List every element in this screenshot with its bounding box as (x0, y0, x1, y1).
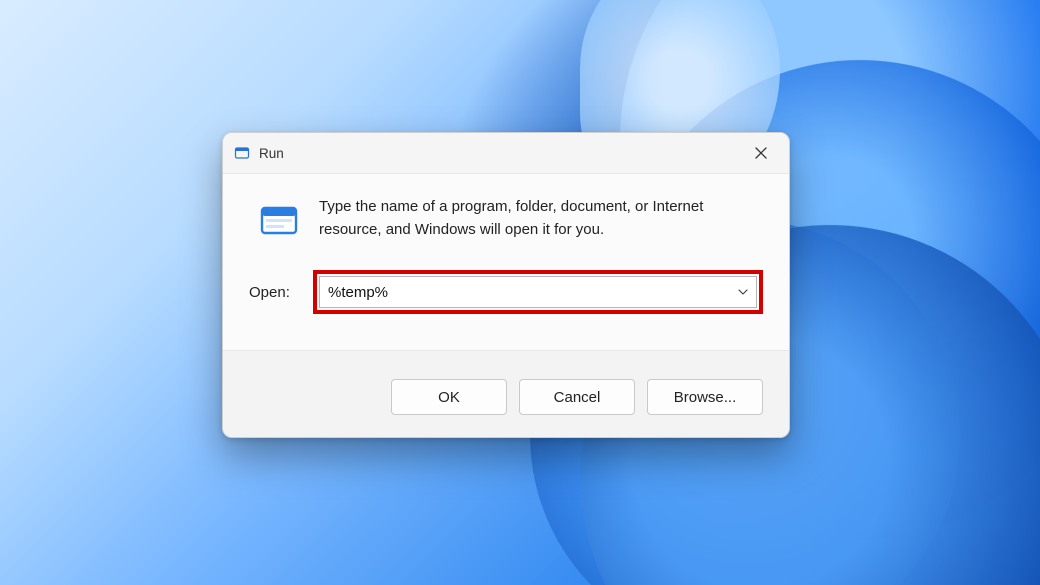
dialog-description: Type the name of a program, folder, docu… (319, 196, 763, 242)
cancel-button[interactable]: Cancel (519, 379, 635, 415)
close-icon (755, 147, 767, 159)
run-large-icon (257, 198, 301, 242)
chevron-down-icon (737, 286, 749, 298)
desktop-wallpaper: Run Type the name of a program, (0, 0, 1040, 585)
open-label: Open: (249, 284, 299, 301)
open-combobox[interactable] (319, 276, 757, 308)
open-field-highlight (313, 270, 763, 314)
close-button[interactable] (739, 137, 783, 169)
open-input[interactable] (320, 284, 730, 301)
ok-button[interactable]: OK (391, 379, 507, 415)
run-dialog: Run Type the name of a program, (222, 132, 790, 438)
combobox-dropdown-button[interactable] (730, 286, 756, 298)
dialog-title: Run (259, 146, 284, 161)
browse-button[interactable]: Browse... (647, 379, 763, 415)
titlebar[interactable]: Run (223, 133, 789, 174)
run-icon (233, 144, 251, 162)
dialog-footer: OK Cancel Browse... (223, 350, 789, 437)
